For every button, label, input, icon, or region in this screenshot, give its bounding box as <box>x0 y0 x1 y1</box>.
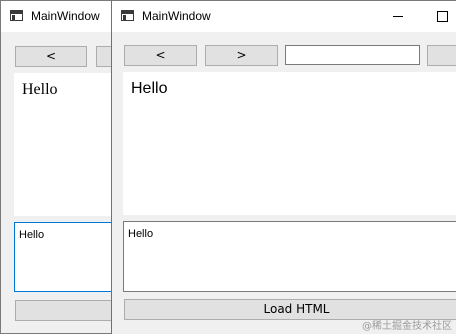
webview-heading: Hello <box>131 80 168 97</box>
editor-text: Hello <box>128 228 154 240</box>
extra-toolbar-button[interactable] <box>427 45 456 66</box>
back-window-editor-text: Hello <box>19 229 45 241</box>
watermark-text: @稀土掘金技术社区 <box>362 321 452 332</box>
minimize-icon[interactable] <box>378 1 418 32</box>
web-view[interactable]: Hello <box>123 72 456 215</box>
html-text-editor[interactable]: Hello <box>123 221 456 292</box>
front-main-window: MainWindow < > Hello Hello Load HTML <box>111 0 456 334</box>
back-window-title: MainWindow <box>31 9 100 23</box>
back-button[interactable]: < <box>124 45 197 66</box>
front-window-title: MainWindow <box>142 9 211 23</box>
maximize-icon[interactable] <box>424 1 456 32</box>
url-input[interactable] <box>285 45 420 65</box>
forward-button[interactable]: > <box>205 45 278 66</box>
back-window-back-button[interactable]: < <box>15 46 87 67</box>
front-window-titlebar[interactable]: MainWindow <box>112 1 456 32</box>
window-app-icon <box>121 10 134 21</box>
window-app-icon <box>10 10 23 21</box>
back-window-webview-heading: Hello <box>22 81 58 98</box>
